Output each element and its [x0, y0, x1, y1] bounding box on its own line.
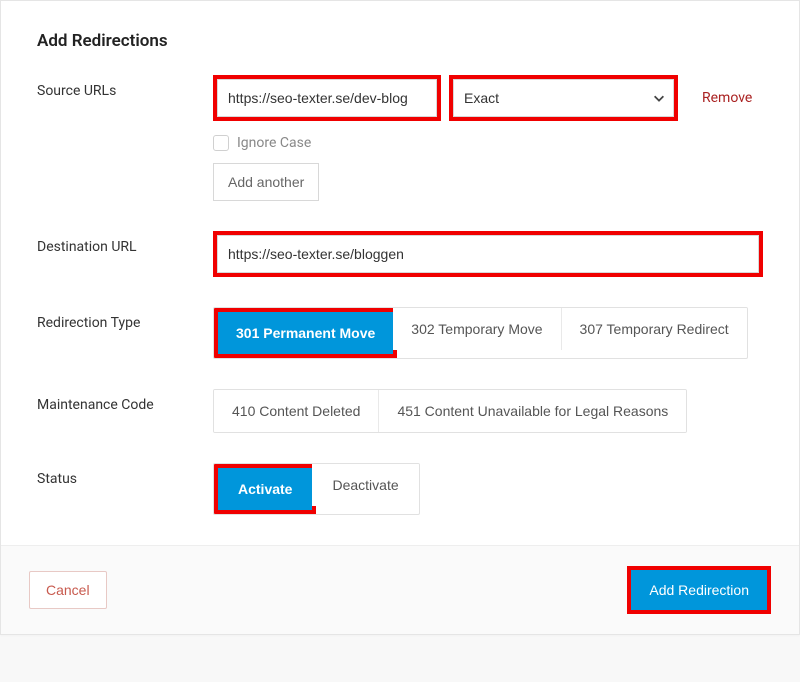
highlight-submit-button: Add Redirection: [627, 566, 771, 614]
match-select-wrap: [453, 88, 674, 107]
cancel-button[interactable]: Cancel: [29, 571, 107, 609]
dialog-title: Add Redirections: [37, 31, 763, 51]
label-destination-url: Destination URL: [37, 231, 213, 255]
highlight-301-option: 301 Permanent Move: [214, 308, 397, 358]
row-destination-url: Destination URL: [37, 231, 763, 277]
redirection-type-controls: 301 Permanent Move 302 Temporary Move 30…: [213, 307, 763, 359]
status-group: Activate Deactivate: [213, 463, 420, 515]
row-maintenance-code: Maintenance Code 410 Content Deleted 451…: [37, 389, 763, 433]
source-controls: Remove Ignore Case Add another: [213, 75, 763, 201]
add-redirections-dialog: Add Redirections Source URLs Remove: [0, 0, 800, 635]
option-451[interactable]: 451 Content Unavailable for Legal Reason…: [379, 390, 686, 432]
option-410[interactable]: 410 Content Deleted: [214, 390, 379, 432]
row-status: Status Activate Deactivate: [37, 463, 763, 515]
remove-source-link[interactable]: Remove: [702, 90, 752, 106]
match-type-select[interactable]: [453, 79, 674, 117]
label-maintenance-code: Maintenance Code: [37, 389, 213, 413]
ignore-case-label: Ignore Case: [237, 135, 311, 151]
row-source-urls: Source URLs Remove Ign: [37, 75, 763, 201]
add-redirection-button[interactable]: Add Redirection: [631, 570, 767, 610]
dialog-body: Add Redirections Source URLs Remove: [1, 1, 799, 545]
dialog-footer: Cancel Add Redirection: [1, 545, 799, 634]
label-status: Status: [37, 463, 213, 487]
maintenance-controls: 410 Content Deleted 451 Content Unavaila…: [213, 389, 763, 433]
option-activate[interactable]: Activate: [218, 468, 312, 510]
highlight-source-url: [213, 75, 441, 121]
label-redirection-type: Redirection Type: [37, 307, 213, 331]
highlight-activate-option: Activate: [214, 464, 316, 514]
option-deactivate[interactable]: Deactivate: [312, 464, 418, 506]
maintenance-code-group: 410 Content Deleted 451 Content Unavaila…: [213, 389, 687, 433]
source-input-line: Remove: [213, 75, 763, 121]
option-302[interactable]: 302 Temporary Move: [393, 308, 561, 350]
source-url-input[interactable]: [217, 79, 437, 117]
option-307[interactable]: 307 Temporary Redirect: [562, 308, 747, 350]
status-controls: Activate Deactivate: [213, 463, 763, 515]
highlight-match-select: [449, 75, 678, 121]
add-another-button[interactable]: Add another: [213, 163, 319, 201]
redirection-type-group: 301 Permanent Move 302 Temporary Move 30…: [213, 307, 748, 359]
ignore-case-row[interactable]: Ignore Case: [213, 135, 763, 151]
destination-controls: [213, 231, 763, 277]
row-redirection-type: Redirection Type 301 Permanent Move 302 …: [37, 307, 763, 359]
destination-url-input[interactable]: [217, 235, 759, 273]
label-source-urls: Source URLs: [37, 75, 213, 99]
highlight-destination-url: [213, 231, 763, 277]
option-301[interactable]: 301 Permanent Move: [218, 312, 393, 354]
ignore-case-checkbox[interactable]: [213, 135, 229, 151]
